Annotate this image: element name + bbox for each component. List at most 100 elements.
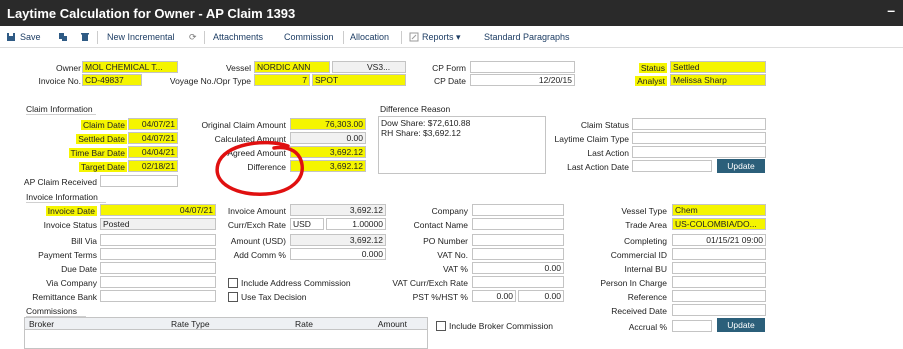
time-bar-date-label: Time Bar Date [68,148,127,158]
minimize-button[interactable]: – [887,2,895,18]
difference-field[interactable]: 3,692.12 [290,160,366,172]
po-number-field[interactable] [472,234,564,246]
payment-terms-field[interactable] [100,248,216,260]
original-amount-label: Original Claim Amount [201,120,286,130]
claim-update-button[interactable]: Update [717,159,765,173]
status-label-text: Status [638,63,667,73]
commission-button[interactable]: Commission [284,32,334,42]
settled-date-field[interactable]: 04/07/21 [128,132,178,144]
amount-usd-field[interactable]: 3,692.12 [290,234,386,246]
ap-claim-received-field[interactable] [100,175,178,187]
remittance-bank-field[interactable] [100,290,216,302]
bill-via-field[interactable] [100,234,216,246]
column-broker[interactable]: Broker [29,319,54,329]
window-title: Laytime Calculation for Owner - AP Claim… [0,0,903,26]
calculated-amount-field[interactable]: 0.00 [290,132,366,144]
add-comm-field[interactable]: 0.000 [290,248,386,260]
commissions-header-row: Broker Rate Type Rate Amount [25,318,427,330]
owner-label: Owner [56,63,81,73]
vessel-code-field[interactable]: VS3... [332,61,406,73]
invoice-status-field[interactable]: Posted [100,218,216,230]
invoice-no-label: Invoice No. [38,76,81,86]
claim-date-field[interactable]: 04/07/21 [128,118,178,130]
commissions-heading: Commissions [26,306,86,317]
settled-date-label-text: Settled Date [76,134,127,144]
completing-label: Completing [624,236,667,246]
exch-rate-field[interactable]: 1.00000 [326,218,386,230]
trade-area-field[interactable]: US-COLOMBIA/DO... [672,218,766,230]
copy-icon[interactable] [58,32,68,42]
laytime-claim-type-field[interactable] [632,132,766,144]
invoice-amount-field[interactable]: 3,692.12 [290,204,386,216]
new-incremental-button[interactable]: New Incremental [107,32,175,42]
hst-field[interactable]: 0.00 [518,290,564,302]
due-date-field[interactable] [100,262,216,274]
last-action-date-field[interactable] [632,160,712,172]
original-amount-field[interactable]: 76,303.00 [290,118,366,130]
curr-exch-label: Curr/Exch Rate [227,220,286,230]
include-broker-commission-checkbox[interactable] [436,321,446,331]
vessel-type-field[interactable]: Chem [672,204,766,216]
invoice-update-button[interactable]: Update [717,318,765,332]
reports-dropdown[interactable]: Reports ▾ [422,32,461,43]
analyst-label-text: Analyst [635,76,667,86]
time-bar-date-field[interactable]: 04/04/21 [128,146,178,158]
difference-label: Difference [247,162,286,172]
difference-reason-textarea[interactable]: Dow Share: $72,610.88 RH Share: $3,692.12 [378,116,546,174]
standard-paragraphs-button[interactable]: Standard Paragraphs [484,32,570,42]
invoice-date-field[interactable]: 04/07/21 [100,204,216,216]
company-label: Company [431,206,468,216]
cp-date-field[interactable]: 12/20/15 [470,74,575,86]
target-date-label: Target Date [79,162,127,172]
commercial-id-field[interactable] [672,248,766,260]
internal-bu-field[interactable] [672,262,766,274]
vat-pct-field[interactable]: 0.00 [472,262,564,274]
status-label: Status [638,63,667,73]
received-date-field[interactable] [672,304,766,316]
use-tax-decision-label: Use Tax Decision [241,292,307,302]
last-action-field[interactable] [632,146,766,158]
opr-type-field[interactable]: SPOT [312,74,406,86]
delete-icon[interactable] [80,32,90,42]
vat-no-field[interactable] [472,248,564,260]
internal-bu-label: Internal BU [624,264,667,274]
vessel-field[interactable]: NORDIC ANN [254,61,330,73]
save-icon[interactable] [6,32,16,42]
claim-status-field[interactable] [632,118,766,130]
cp-form-field[interactable] [470,61,575,73]
contact-name-field[interactable] [472,218,564,230]
allocation-button[interactable]: Allocation [350,32,389,42]
pst-field[interactable]: 0.00 [472,290,516,302]
voyage-no-field[interactable]: 7 [254,74,310,86]
analyst-field[interactable]: Melissa Sharp [670,74,766,86]
agreed-amount-field[interactable]: 3,692.12 [290,146,366,158]
difference-reason-line1: Dow Share: $72,610.88 [381,118,471,128]
last-action-date-label: Last Action Date [567,162,629,172]
owner-field[interactable]: MOL CHEMICAL T... [82,61,178,73]
include-address-commission-checkbox[interactable] [228,278,238,288]
target-date-field[interactable]: 02/18/21 [128,160,178,172]
save-button[interactable]: Save [20,32,41,42]
invoice-date-label-text: Invoice Date [45,206,97,216]
currency-field[interactable]: USD [290,218,324,230]
target-date-label-text: Target Date [79,162,127,172]
po-number-label: PO Number [423,236,468,246]
use-tax-decision-checkbox[interactable] [228,292,238,302]
column-amount[interactable]: Amount [378,319,407,329]
via-company-field[interactable] [100,276,216,288]
vat-curr-field[interactable] [472,276,564,288]
invoice-no-field[interactable]: CD-49837 [82,74,142,86]
refresh-icon[interactable]: ⟳ [189,32,197,43]
received-date-label: Received Date [611,306,667,316]
reference-field[interactable] [672,290,766,302]
column-rate-type[interactable]: Rate Type [171,319,210,329]
completing-field[interactable]: 01/15/21 09:00 [672,234,766,246]
column-rate[interactable]: Rate [295,319,313,329]
add-comm-label: Add Comm % [233,250,286,260]
person-in-charge-field[interactable] [672,276,766,288]
status-field[interactable]: Settled [670,61,766,73]
company-field[interactable] [472,204,564,216]
reports-icon[interactable] [409,32,419,42]
attachments-button[interactable]: Attachments [213,32,263,42]
accrual-field[interactable] [672,320,712,332]
